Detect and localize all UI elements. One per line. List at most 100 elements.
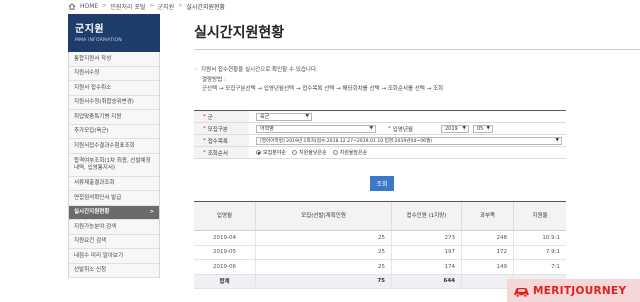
required-icon: * <box>388 125 391 132</box>
cell-total-plan: 75 <box>256 274 392 288</box>
sidebar-subtitle: MMA INFORMATION <box>75 38 122 43</box>
order-option-high-rate[interactable]: 지원율높은순 <box>332 149 367 156</box>
cell-total-applied: 644 <box>392 274 462 288</box>
page-title: 실시간지원현황 <box>194 25 285 41</box>
sidebar-item-cancel-application[interactable]: 지원서 접수취소 <box>69 81 159 96</box>
sidebar-menu: 통합지원서 작성 지원서수정 지원서 접수취소 지원서수정(취합승위변경) 취업… <box>68 52 160 278</box>
sidebar: 군지원 MMA INFORMATION 통합지원서 작성 지원서수정 지원서 접… <box>68 14 160 278</box>
sidebar-title: 군지원 <box>75 24 105 35</box>
cell-rate: 7:1 <box>551 263 560 270</box>
required-icon: * <box>203 149 206 156</box>
home-icon[interactable] <box>68 2 76 10</box>
receipt-list-select[interactable]: [영어어학병] 2019년 1회차(접수:2018.12.27~2019.01.… <box>256 136 562 145</box>
sidebar-header: 군지원 MMA INFORMATION <box>68 14 160 52</box>
cell-month: 2019-06 <box>194 260 256 274</box>
sidebar-item-integrated-application[interactable]: 통합지원서 작성 <box>69 52 159 67</box>
cell-diff: 149 <box>462 260 514 274</box>
table-row: 2019-06 25 174 149 7:1 <box>194 260 566 275</box>
cell-plan: 25 <box>256 231 392 245</box>
recruit-type-select[interactable]: 어학병 ▼ <box>256 124 376 133</box>
cell-applied: 197 <box>392 245 462 259</box>
sidebar-item-requirement-search[interactable]: 지원요건 검색 <box>69 234 159 249</box>
notice: ◦ 지원서 접수현황을 실시간으로 확인할 수 있습니다. 열람방법 : 군선택 … <box>194 66 443 95</box>
recruit-type-label: * 모집구분 <box>194 123 249 134</box>
army-label: * 군 <box>194 111 249 122</box>
header-rate: 지원율 <box>532 213 548 219</box>
order-option-low-rate[interactable]: 지원율낮은순 <box>292 149 327 156</box>
chevron-down-icon: ▼ <box>462 126 466 131</box>
chevron-down-icon: ▼ <box>305 114 309 119</box>
sidebar-item-pass-check[interactable]: 합격여부조회(1차 최종, 선발예정내역, 입영통지서) <box>69 153 159 177</box>
enlist-month-select[interactable]: 05 ▼ <box>473 124 493 133</box>
chevron-right-icon: > <box>178 3 183 9</box>
cell-diff: 172 <box>462 245 514 259</box>
header-applied: 접수인원 (1지망) <box>392 202 462 230</box>
order-radio-group: 모집분야순 지원율낮은순 지원율높은순 <box>256 149 367 156</box>
radio-checked-icon[interactable] <box>256 150 261 155</box>
title-divider <box>194 49 640 50</box>
sidebar-item-receipt-result[interactable]: 지원서접수결과수험표조회 <box>69 139 159 154</box>
table-header: 입영월 모집(선발)계획인원 접수인원 (1지망) 과부족 지원율 <box>194 202 566 231</box>
enlist-year-select[interactable]: 2019 ▼ <box>441 124 469 133</box>
result-table: 입영월 모집(선발)계획인원 접수인원 (1지망) 과부족 지원율 2019-0… <box>194 201 566 289</box>
cell-applied: 273 <box>392 231 462 245</box>
watermark-logo: MERITJOURNEY <box>507 279 640 302</box>
order-label: * 조회순서 <box>194 147 249 158</box>
notice-line-2: 열람방법 : <box>202 76 226 83</box>
chevron-down-icon: ▼ <box>486 126 490 131</box>
sidebar-item-custom-specialty[interactable]: 취업맞춤특기병 지원 <box>69 110 159 125</box>
cell-rate: 7.9:1 <box>545 249 560 256</box>
chevron-down-icon: ▼ <box>555 138 559 143</box>
cell-plan: 25 <box>256 245 392 259</box>
radio-unchecked-icon[interactable] <box>332 150 338 155</box>
cell-month: 2019-04 <box>194 231 256 245</box>
form-row-recruit: * 모집구분 어학병 ▼ * 입영년월 2019 ▼ 05 ▼ <box>194 123 566 135</box>
enlist-date-label: * 입영년월 <box>379 123 439 134</box>
car-icon <box>514 287 529 298</box>
cell-plan: 25 <box>256 260 392 274</box>
table-row: 2019-05 25 197 172 7.9:1 <box>194 245 566 260</box>
breadcrumb-home[interactable]: HOME <box>80 3 98 10</box>
sidebar-item-document-result[interactable]: 서류제출결과조회 <box>69 176 159 191</box>
cell-diff: 248 <box>462 231 514 245</box>
army-select[interactable]: 육군 ▼ <box>256 112 312 121</box>
breadcrumb-portal[interactable]: 민원처리 포털 <box>110 2 145 11</box>
notice-line-1: 지원서 접수현황을 실시간으로 확인할 수 있습니다. <box>201 67 318 73</box>
form-row-receipt: * 접수목록 [영어어학병] 2019년 1회차(접수:2018.12.27~20… <box>194 135 566 147</box>
breadcrumb-current: 실시간지원현황 <box>186 3 226 11</box>
sidebar-item-score-preview[interactable]: 내점수 미리 알아보기 <box>69 249 159 264</box>
required-icon: * <box>203 113 206 120</box>
header-enlist-month: 입영월 <box>194 202 256 230</box>
chevron-right-icon: > <box>102 3 107 9</box>
radio-unchecked-icon[interactable] <box>292 150 298 155</box>
chevron-right-icon: > <box>149 208 154 215</box>
search-button[interactable]: 조회 <box>370 176 394 191</box>
header-plan: 모집(선발)계획인원 <box>256 202 392 230</box>
bullet-icon: ◦ <box>194 67 198 73</box>
cell-rate: 10.9:1 <box>542 234 560 241</box>
notice-line-3: 군선택 → 모집구분선택 → 입영년월선택 → 접수목록 선택 → 해당회차를 … <box>202 86 444 92</box>
chevron-down-icon: ▼ <box>369 126 373 131</box>
watermark-text: MERITJOURNEY <box>533 284 627 297</box>
sidebar-item-edit-priority[interactable]: 지원서수정(취합승위변경) <box>69 95 159 110</box>
form-row-order: * 조회순서 모집분야순 지원율낮은순 지원율높은순 <box>194 147 566 159</box>
breadcrumb: HOME > 민원처리 포털 > 군지원 > 실시간지원현황 <box>68 0 225 12</box>
header-diff: 과부족 <box>462 202 514 230</box>
order-option-field[interactable]: 모집분야순 <box>256 149 286 156</box>
sidebar-item-additional-recruit[interactable]: 추가모집(육군) <box>69 124 159 139</box>
sidebar-item-cancel-selection[interactable]: 선발취소 신청 <box>69 263 159 278</box>
cell-applied: 174 <box>392 260 462 274</box>
sidebar-item-label: 실시간지원현황 <box>74 209 110 216</box>
sidebar-item-interview-certificate[interactable]: 면접점석확인서 발급 <box>69 191 159 206</box>
form-row-army: * 군 육군 ▼ <box>194 111 566 123</box>
search-form: * 군 육군 ▼ * 모집구분 어학병 ▼ * 입영년월 2019 ▼ 05 ▼… <box>194 110 566 159</box>
receipt-list-label: * 접수목록 <box>194 135 249 146</box>
required-icon: * <box>203 137 206 144</box>
chevron-right-icon: > <box>149 3 154 9</box>
table-row: 2019-04 25 273 248 10.9:1 <box>194 231 566 246</box>
sidebar-item-field-search[interactable]: 지원가능분야 검색 <box>69 220 159 235</box>
cell-total-label: 합계 <box>194 274 256 288</box>
breadcrumb-military[interactable]: 군지원 <box>158 2 175 11</box>
sidebar-item-edit-application[interactable]: 지원서수정 <box>69 66 159 81</box>
sidebar-item-realtime-status[interactable]: 실시간지원현황 > <box>69 205 159 220</box>
